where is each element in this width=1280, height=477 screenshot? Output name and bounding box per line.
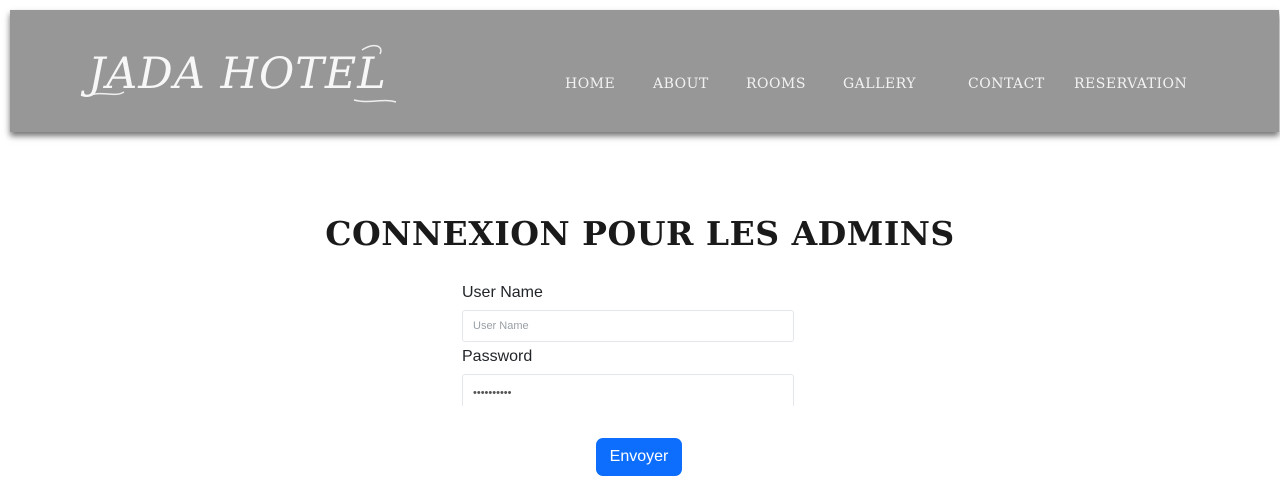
password-label: Password xyxy=(462,348,533,365)
submit-button[interactable]: Envoyer xyxy=(596,438,682,476)
nav-item-contact[interactable]: CONTACT xyxy=(968,74,1045,94)
username-label: User Name xyxy=(462,284,543,301)
nav-item-rooms[interactable]: ROOMS xyxy=(746,74,806,94)
nav-item-reservation[interactable]: RESERVATION xyxy=(1074,74,1187,94)
page: JADA HOTEL HOME ABOUT ROOMS GALLERY CONT… xyxy=(0,0,1280,477)
nav-item-about[interactable]: ABOUT xyxy=(653,74,709,94)
admin-login-form: User Name Password xyxy=(462,282,795,406)
page-title: CONNEXION POUR LES ADMINS xyxy=(325,214,955,254)
username-input[interactable] xyxy=(462,310,794,342)
password-field-wrapper xyxy=(462,374,794,406)
navbar: JADA HOTEL HOME ABOUT ROOMS GALLERY CONT… xyxy=(10,10,1279,132)
brand-logo[interactable]: JADA HOTEL xyxy=(88,48,387,100)
nav-item-gallery[interactable]: GALLERY xyxy=(843,74,916,94)
password-input[interactable] xyxy=(462,374,794,406)
nav-item-home[interactable]: HOME xyxy=(565,74,615,94)
